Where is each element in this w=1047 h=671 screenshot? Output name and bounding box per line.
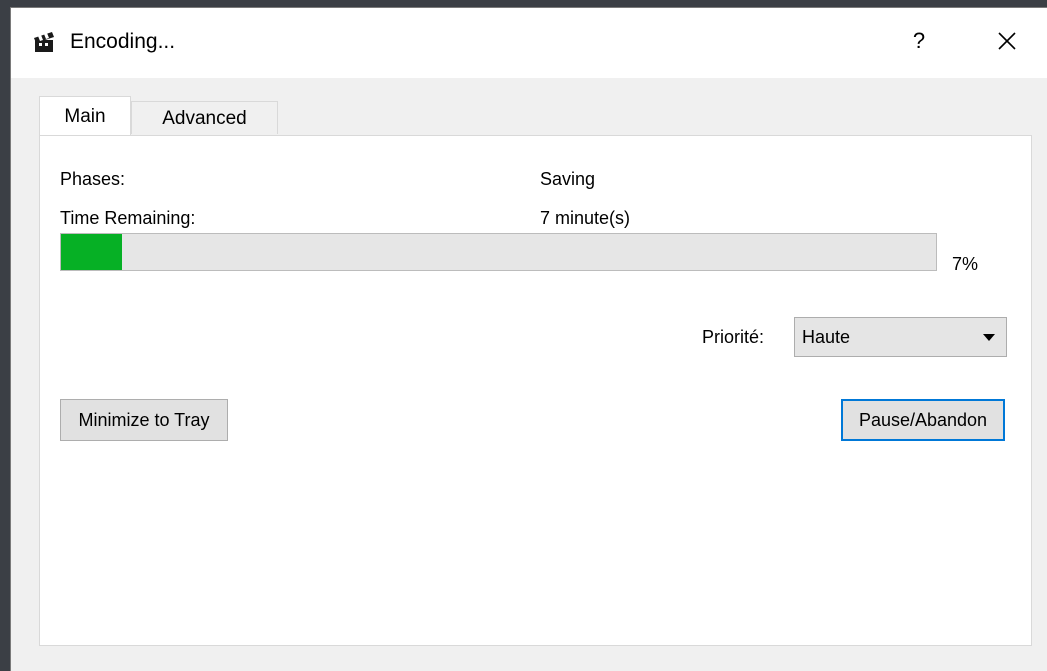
priority-select[interactable]: Haute [794,317,1007,357]
phases-label: Phases: [60,169,126,189]
priority-selected-value: Haute [802,327,851,347]
time-remaining-value: 7 minute(s) [540,208,631,228]
close-icon [998,32,1016,50]
clapperboard-icon [34,32,54,52]
progress-percent: 7% [952,254,979,274]
pause-abandon-button[interactable]: Pause/Abandon [841,399,1005,441]
time-remaining-label: Time Remaining: [60,208,196,228]
minimize-to-tray-button[interactable]: Minimize to Tray [60,399,228,441]
tab-advanced[interactable]: Advanced [131,101,278,134]
main-tab-panel: Phases: Saving Time Remaining: 7 minute(… [39,135,1032,646]
encoding-dialog: Encoding... ? Main Advanced Phases: Savi… [10,7,1047,671]
title-bar: Encoding... ? [11,8,1047,78]
dropdown-arrow-icon [983,334,995,341]
help-button[interactable]: ? [899,23,939,59]
close-button[interactable] [987,23,1027,59]
priority-label: Priorité: [702,327,765,347]
encoding-progress-bar [60,233,937,271]
progress-fill [61,234,123,270]
tab-main[interactable]: Main [39,96,131,135]
window-title: Encoding... [70,30,176,53]
phases-value: Saving [540,169,596,189]
